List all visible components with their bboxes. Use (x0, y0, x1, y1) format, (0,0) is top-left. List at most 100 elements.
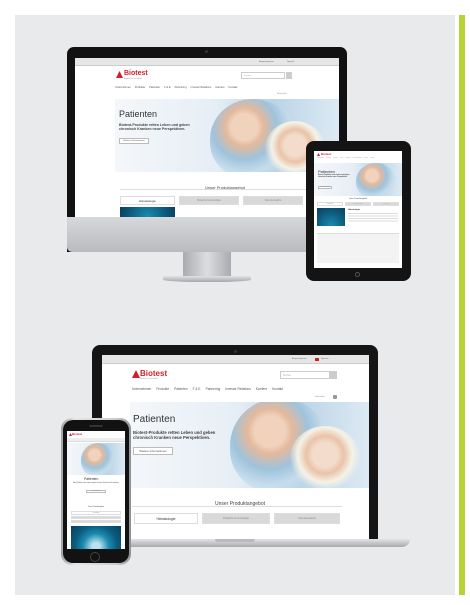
tab-klinische-immunologie[interactable]: Klinische Immunologie (202, 513, 270, 524)
hero-banner: Patienten Biotest-Produkte retten Leben … (130, 402, 369, 488)
product-teaser (317, 208, 345, 226)
hero-more-button[interactable]: Weitere Informationen (86, 490, 106, 493)
nav-item-partnering[interactable]: Partnering (206, 387, 221, 391)
top-bar: Ansprechpartner Sprache (102, 355, 369, 364)
hero-more-button[interactable]: Weitere Informationen (133, 447, 173, 455)
hero-title: Patienten (119, 109, 158, 119)
nav-item-investor[interactable]: Investor Relations (225, 387, 251, 391)
brand-subtitle: Biotest Deutschland (124, 78, 142, 80)
footer-links (317, 233, 399, 263)
teaser-title: Hämatologie (348, 209, 361, 211)
hero-text: Biotest-Produkte retten Leben und geben … (72, 483, 120, 484)
nav-item-fe[interactable]: F & E (340, 158, 343, 159)
search-placeholder: Suchen (283, 374, 292, 377)
nav-item-karriere[interactable]: Karriere (215, 86, 224, 89)
hero-image (81, 443, 115, 475)
tab-label: Hämatologie (326, 204, 334, 205)
home-button-icon[interactable] (355, 272, 360, 277)
menu-bar[interactable] (67, 438, 125, 442)
tab-intensivmedizin[interactable]: Intensivmedizin (274, 513, 340, 524)
tab-haematologie[interactable]: Hämatologie (71, 511, 121, 515)
tab-klinische-immunologie[interactable]: Klinische Immunologie (345, 202, 371, 206)
hero-more-label: Weitere Informationen (123, 140, 145, 142)
nav-item-investor[interactable]: Investor Relations (352, 158, 362, 159)
tab-klinische-immunologie[interactable]: Klinische Immunologie (71, 516, 121, 519)
tab-intensivmedizin[interactable]: Intensivmedizin (71, 520, 121, 523)
contact-link[interactable]: Ansprechpartner (259, 61, 274, 63)
nav-item-partnering[interactable]: Partnering (175, 86, 187, 89)
product-teaser (71, 526, 121, 549)
nav-item-unternehmen[interactable]: Unternehmen (317, 158, 324, 159)
contact-link[interactable]: Ansprechpartner (292, 358, 307, 360)
nav-item-karriere[interactable]: Karriere (364, 158, 368, 159)
search-input[interactable]: Suchen (241, 72, 285, 79)
iphone-screen: Biotest Patienten Biotest-Produkte rette… (67, 431, 125, 549)
tab-label: Klinische Immunologie (352, 204, 363, 205)
language-link[interactable]: Sprache (321, 358, 328, 360)
nav-item-unternehmen[interactable]: Unternehmen (115, 86, 131, 89)
nav-item-karriere[interactable]: Karriere (256, 387, 267, 391)
share-link[interactable]: Seite teilen (315, 396, 325, 398)
hero-image (356, 163, 396, 196)
share-link[interactable]: Seite teilen (277, 93, 287, 95)
nav-item-kontakt[interactable]: Kontakt (272, 387, 283, 391)
tab-label: Intensivmedizin (382, 204, 390, 205)
nav-item-investor[interactable]: Investor Relations (191, 86, 212, 89)
nav-item-partnering[interactable]: Partnering (345, 158, 350, 159)
hero-more-button[interactable]: Weitere Informationen (119, 138, 149, 144)
nav-item-produkte[interactable]: Produkte (135, 86, 145, 89)
tab-label: Klinische Immunologie (223, 517, 249, 520)
logo-icon[interactable] (132, 370, 140, 378)
products-title: Unser Produktangebot (349, 198, 367, 200)
logo-icon[interactable] (116, 71, 123, 78)
brand-logo[interactable]: Biotest (124, 70, 148, 77)
hero-title: Patienten (133, 414, 176, 425)
speaker-icon (89, 425, 103, 427)
brand-logo[interactable]: Biotest (140, 369, 167, 378)
imac-foot (163, 276, 251, 282)
nav-item-kontakt[interactable]: Kontakt (229, 86, 238, 89)
tab-haematologie[interactable]: Hämatologie (134, 513, 198, 524)
nav-item-unternehmen[interactable]: Unternehmen (132, 387, 151, 391)
laptop-notch (215, 539, 255, 542)
imac-screen: Ansprechpartner Sprache Biotest Biotest … (75, 58, 339, 217)
search-icon[interactable] (286, 72, 292, 79)
hero-image-children (290, 426, 360, 488)
tab-label: Hämatologie (92, 513, 100, 514)
brand-logo[interactable]: Biotest (321, 152, 331, 156)
hero-title: Patienten (84, 477, 99, 481)
hero-more-label: Weitere Informationen (91, 491, 101, 492)
tab-label: Intensivmedizin (298, 517, 316, 520)
nav-item-fe[interactable]: F & E (164, 86, 171, 89)
hero-more-button[interactable]: Weitere Informationen (318, 186, 332, 189)
language-link[interactable]: Sprache (287, 61, 294, 63)
search-input[interactable]: Suchen (280, 371, 330, 379)
accent-bar (459, 15, 465, 595)
hero-text: Biotest-Produkte retten Leben und geben … (133, 430, 216, 441)
nav-item-produkte[interactable]: Produkte (156, 387, 169, 391)
tab-haematologie[interactable]: Hämatologie (120, 196, 175, 205)
tab-intensivmedizin[interactable]: Intensivmedizin (373, 202, 399, 206)
share-icon[interactable] (333, 395, 337, 399)
home-button-icon[interactable] (90, 552, 100, 562)
nav-item-patienten[interactable]: Patienten (149, 86, 160, 89)
tab-label: Intensivmedizin (264, 199, 282, 202)
brand-logo[interactable]: Biotest (72, 432, 82, 436)
logo-icon[interactable] (317, 153, 320, 156)
nav-item-produkte[interactable]: Produkte (326, 158, 331, 159)
nav-item-kontakt[interactable]: Kontakt (370, 158, 374, 159)
flag-icon[interactable] (315, 358, 319, 361)
imac-chin (67, 217, 347, 252)
search-icon[interactable] (330, 371, 337, 379)
tab-klinische-immunologie[interactable]: Klinische Immunologie (179, 196, 239, 205)
hero-text: Biotest-Produkte retten Leben und geben … (318, 175, 350, 178)
tab-intensivmedizin[interactable]: Intensivmedizin (243, 196, 303, 205)
tab-haematologie[interactable]: Hämatologie (317, 202, 343, 206)
hero-title: Patienten (318, 169, 335, 174)
nav-item-fe[interactable]: F & E (193, 387, 201, 391)
product-teaser (120, 207, 175, 217)
brand-subtitle: Biotest Deutschland (140, 378, 158, 380)
nav-item-patienten[interactable]: Patienten (174, 387, 187, 391)
tab-label: Hämatologie (156, 517, 176, 521)
nav-item-patienten[interactable]: Patienten (333, 158, 338, 159)
